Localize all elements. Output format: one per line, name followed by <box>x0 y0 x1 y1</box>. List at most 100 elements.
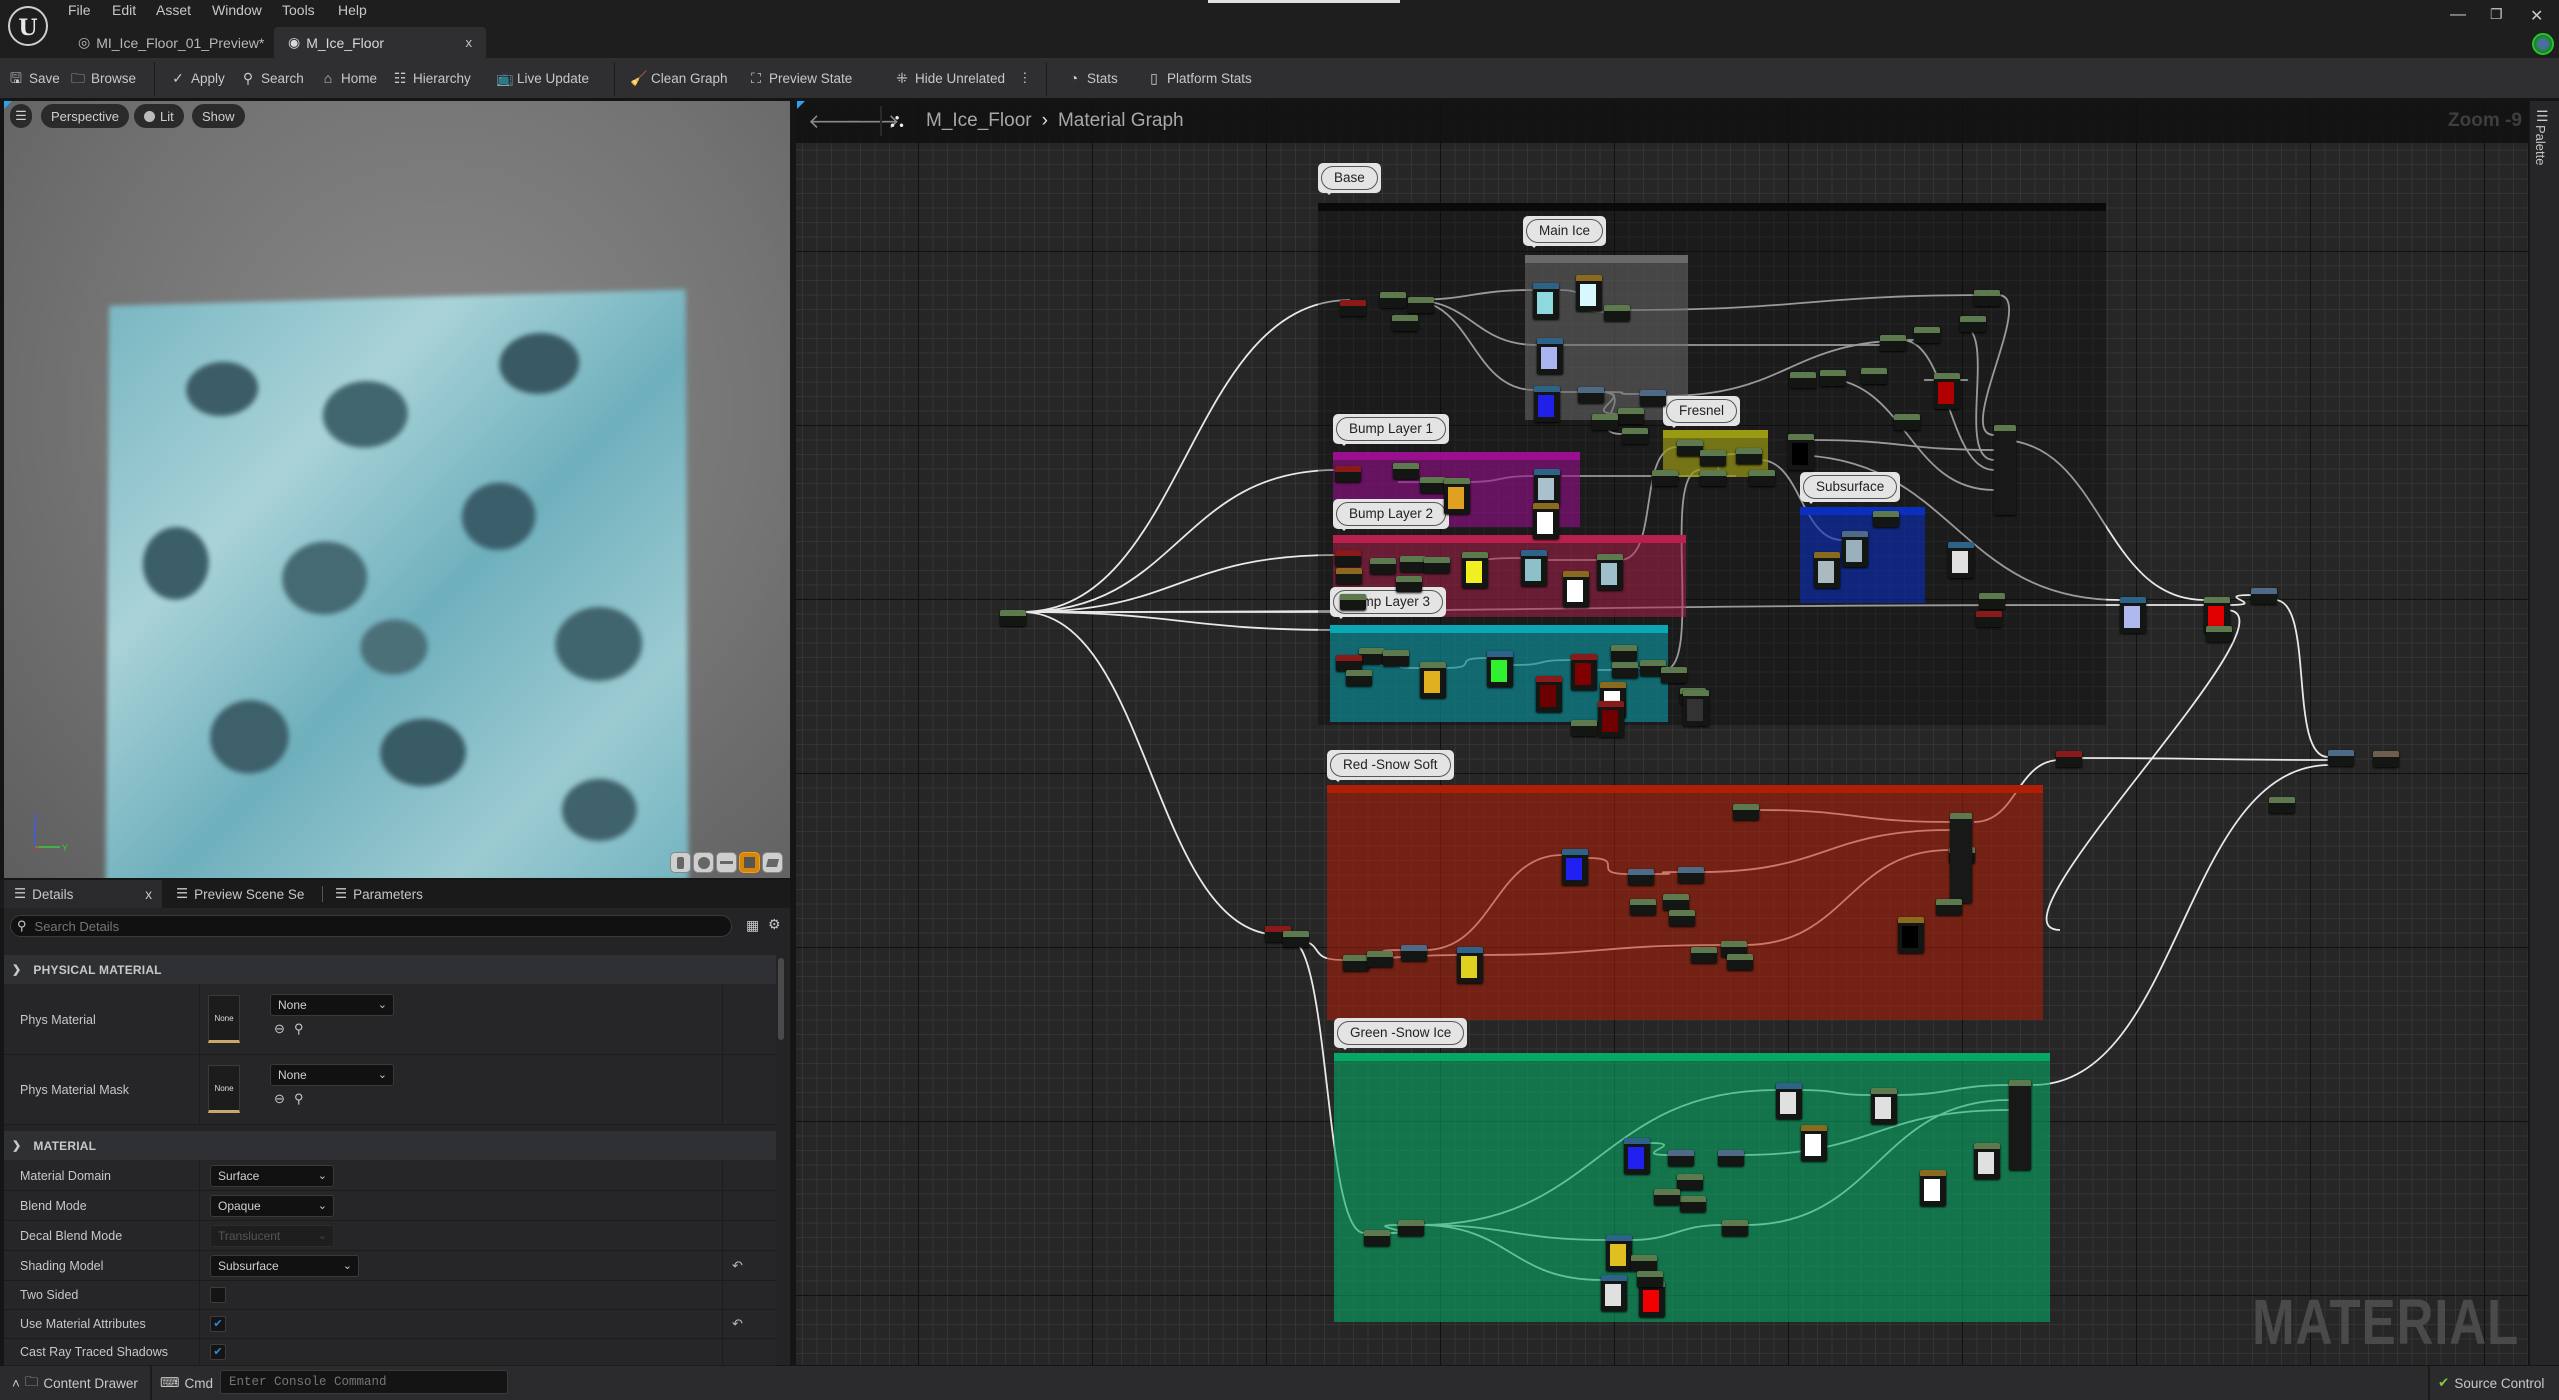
material-expression-node[interactable] <box>1950 813 1972 903</box>
material-expression-node[interactable] <box>1880 335 1906 351</box>
material-expression-node[interactable] <box>1359 648 1385 664</box>
material-expression-node[interactable] <box>1898 917 1924 953</box>
material-expression-node[interactable] <box>1788 434 1814 470</box>
material-expression-node[interactable] <box>2251 588 2277 604</box>
material-expression-node[interactable] <box>1733 804 1759 820</box>
material-expression-node[interactable] <box>2206 626 2232 642</box>
material-expression-node[interactable] <box>1934 373 1960 409</box>
material-expression-node[interactable] <box>2269 797 2295 813</box>
material-expression-node[interactable] <box>1678 867 1704 883</box>
material-expression-node[interactable] <box>1722 1220 1748 1236</box>
cmd-button[interactable]: ⌨ Cmd <box>160 1372 213 1394</box>
use-selected-icon[interactable]: ⊖ <box>274 1091 285 1107</box>
live-update-button[interactable]: 📺 Live Update <box>496 66 589 90</box>
material-expression-node[interactable] <box>1380 292 1406 308</box>
custom-mesh-preview-button[interactable] <box>762 852 783 873</box>
material-expression-node[interactable] <box>1571 654 1597 690</box>
close-tab-icon[interactable]: x <box>466 35 473 50</box>
table-view-icon[interactable]: ▦ <box>746 917 759 934</box>
material-expression-node[interactable] <box>1606 1235 1632 1271</box>
gear-icon[interactable]: ⚙ <box>768 916 781 933</box>
material-expression-node[interactable] <box>1974 290 2000 306</box>
material-expression-node[interactable] <box>1597 554 1623 590</box>
material-expression-node[interactable] <box>2120 597 2146 633</box>
breadcrumb-asset[interactable]: M_Ice_Floor <box>926 110 1032 132</box>
material-expression-node[interactable] <box>1457 947 1483 983</box>
close-details-icon[interactable]: x <box>145 887 152 902</box>
material-expression-node[interactable] <box>1364 1230 1390 1246</box>
show-button[interactable]: Show <box>192 104 245 128</box>
material-expression-node[interactable] <box>1736 448 1762 464</box>
material-expression-node[interactable] <box>1801 1125 1827 1161</box>
material-expression-node[interactable] <box>1700 450 1726 466</box>
material-expression-node[interactable] <box>1343 955 1369 971</box>
material-expression-node[interactable] <box>1914 327 1940 343</box>
material-expression-node[interactable] <box>1534 386 1560 422</box>
phys-material-mask-dropdown[interactable]: None ⌄ <box>270 1064 394 1086</box>
minimize-button[interactable]: — <box>2450 6 2466 24</box>
material-expression-node[interactable] <box>1936 899 1962 915</box>
source-control-button[interactable]: ✔ Source Control <box>2438 1372 2544 1394</box>
material-expression-node[interactable] <box>1640 390 1666 406</box>
material-expression-node[interactable] <box>1979 593 2005 609</box>
tab-parameters[interactable]: ☰ Parameters <box>325 880 445 908</box>
use-selected-icon[interactable]: ⊖ <box>274 1021 285 1037</box>
material-expression-node[interactable] <box>2373 751 2399 767</box>
material-expression-node[interactable] <box>1283 931 1309 947</box>
shading-model-dropdown[interactable]: Subsurface ⌄ <box>210 1255 359 1277</box>
material-expression-node[interactable] <box>1871 1088 1897 1124</box>
material-expression-node[interactable] <box>1000 610 1026 626</box>
material-expression-node[interactable] <box>1393 463 1419 479</box>
material-expression-node[interactable] <box>1691 947 1717 963</box>
material-expression-node[interactable] <box>1790 372 1816 388</box>
lit-button[interactable]: Lit <box>134 104 184 128</box>
material-expression-node[interactable] <box>1533 503 1559 539</box>
material-expression-node[interactable] <box>1700 470 1726 486</box>
material-expression-node[interactable] <box>1820 370 1846 386</box>
material-expression-node[interactable] <box>1396 576 1422 592</box>
menu-asset[interactable]: Asset <box>156 2 191 18</box>
search-button[interactable]: ⚲ Search <box>240 66 304 90</box>
material-expression-node[interactable] <box>1420 477 1446 493</box>
comment-bubble-bump-layer-2[interactable]: Bump Layer 2 <box>1333 499 1450 531</box>
more-options-icon[interactable]: ⋮ <box>1018 70 1032 86</box>
hierarchy-button[interactable]: ☷ Hierarchy <box>392 66 471 90</box>
material-expression-node[interactable] <box>1776 1083 1802 1119</box>
tab-m-ice-floor[interactable]: ◉ M_Ice_Floor x <box>274 27 486 58</box>
browse-asset-icon[interactable]: ⚲ <box>294 1091 304 1107</box>
comment-bubble-bump-layer-1[interactable]: Bump Layer 1 <box>1333 414 1450 446</box>
material-expression-node[interactable] <box>1960 316 1986 332</box>
material-expression-node[interactable] <box>2009 1080 2031 1170</box>
cast-ray-traced-shadows-checkbox[interactable]: ✔ <box>210 1344 226 1360</box>
material-expression-node[interactable] <box>1392 315 1418 331</box>
material-expression-node[interactable] <box>1401 945 1427 961</box>
material-expression-node[interactable] <box>1367 951 1393 967</box>
sphere-preview-button[interactable] <box>693 852 714 873</box>
blend-mode-dropdown[interactable]: Opaque ⌄ <box>210 1195 334 1217</box>
material-expression-node[interactable] <box>1974 1143 2000 1179</box>
material-expression-node[interactable] <box>2328 750 2354 766</box>
material-expression-node[interactable] <box>1346 670 1372 686</box>
phys-material-thumbnail[interactable]: None <box>208 995 240 1043</box>
phys-material-dropdown[interactable]: None ⌄ <box>270 994 394 1016</box>
menu-tools[interactable]: Tools <box>282 2 315 18</box>
apply-button[interactable]: ✓ Apply <box>170 66 225 90</box>
material-expression-node[interactable] <box>1336 568 1362 584</box>
material-expression-node[interactable] <box>2056 751 2082 767</box>
unreal-logo-icon[interactable]: U <box>8 6 48 46</box>
material-expression-node[interactable] <box>1601 1275 1627 1311</box>
material-expression-node[interactable] <box>1622 428 1648 444</box>
use-material-attributes-checkbox[interactable]: ✔ <box>210 1316 226 1332</box>
material-expression-node[interactable] <box>1408 297 1434 313</box>
material-expression-node[interactable] <box>1628 869 1654 885</box>
material-expression-node[interactable] <box>1592 414 1618 430</box>
material-expression-node[interactable] <box>1669 910 1695 926</box>
category-material[interactable]: ❯ MATERIAL <box>4 1131 776 1160</box>
material-expression-node[interactable] <box>1637 1271 1663 1287</box>
material-expression-node[interactable] <box>1598 701 1624 737</box>
material-expression-node[interactable] <box>1630 899 1656 915</box>
material-expression-node[interactable] <box>1624 1138 1650 1174</box>
material-expression-node[interactable] <box>1335 550 1361 566</box>
material-graph-canvas[interactable]: Base Main Ice Fresnel Bump Layer 1 Bump Laye… <box>796 101 2528 1365</box>
material-expression-node[interactable] <box>1340 300 1366 316</box>
